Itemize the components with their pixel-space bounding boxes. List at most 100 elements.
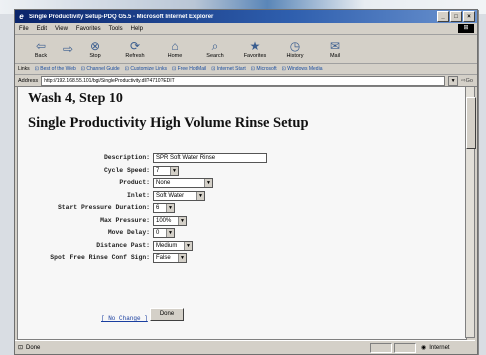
link-item[interactable]: ⊡ Microsoft xyxy=(251,66,277,72)
refresh-label: Refresh xyxy=(125,53,145,59)
chevron-down-icon: ▼ xyxy=(166,229,174,237)
move-delay-select[interactable]: 0 ▼ xyxy=(153,228,175,238)
close-button[interactable]: × xyxy=(463,11,475,22)
select-value: 6 xyxy=(156,205,160,211)
select-value: Soft Water xyxy=(156,192,185,199)
start-pressure-duration-select[interactable]: 6 ▼ xyxy=(153,203,175,213)
links-bar: Links ⊡ Best of the Web ⊡ Channel Guide … xyxy=(15,64,477,75)
status-text: Done xyxy=(26,344,41,351)
chevron-down-icon[interactable]: ▼ xyxy=(448,75,459,86)
refresh-icon: ⟳ xyxy=(129,39,141,53)
maximize-button[interactable]: □ xyxy=(450,11,462,22)
product-select[interactable]: None ▼ xyxy=(153,178,213,188)
search-icon: ⌕ xyxy=(211,39,219,53)
done-button[interactable]: Done xyxy=(150,308,184,321)
form-row: Description: SPR Soft Water Rinse xyxy=(18,153,466,166)
stop-label: Stop xyxy=(89,53,101,59)
inlet-select[interactable]: Soft Water ▼ xyxy=(153,190,205,201)
link-text: Windows Media xyxy=(287,66,323,72)
mail-button[interactable]: ✉ Mail xyxy=(315,39,355,59)
chevron-down-icon: ▼ xyxy=(166,204,174,212)
select-value: False xyxy=(156,255,171,261)
search-button[interactable]: ⌕ Search xyxy=(195,39,235,59)
field-label: Spot Free Rinse Conf Sign: xyxy=(50,254,150,261)
page-content: Wash 4, Step 10 Single Productivity High… xyxy=(17,86,467,340)
menu-help[interactable]: Help xyxy=(131,26,143,32)
link-item[interactable]: ⊡ Best of the Web xyxy=(35,66,76,72)
security-zone: ◉ Internet xyxy=(418,344,475,352)
field-label: Max Pressure: xyxy=(100,216,150,224)
link-item[interactable]: ⊡ Windows Media xyxy=(282,66,323,72)
no-change-link[interactable]: [ No Change ] xyxy=(101,315,148,322)
window-title: Single Productivity Setup-PDQ G5.5 - Mic… xyxy=(29,13,214,20)
max-pressure-select[interactable]: 100% ▼ xyxy=(153,215,187,226)
stop-button[interactable]: ⊗ Stop xyxy=(75,39,115,59)
distance-past-select[interactable]: Medium ▼ xyxy=(153,240,193,251)
cycle-speed-select[interactable]: 7 ▼ xyxy=(153,165,179,176)
chevron-down-icon: ▼ xyxy=(178,216,186,225)
status-cell xyxy=(370,342,392,353)
form-row: Start Pressure Duration: 6 ▼ xyxy=(18,203,466,216)
chevron-down-icon: ▼ xyxy=(170,166,178,175)
field-label: Inlet: xyxy=(126,191,150,199)
link-text: Free HotMail xyxy=(177,66,207,72)
menu-edit[interactable]: Edit xyxy=(37,26,47,32)
minimize-button[interactable]: _ xyxy=(437,11,449,22)
status-left: ⊡ Done xyxy=(15,344,370,352)
form-row: Max Pressure: 100% ▼ xyxy=(18,215,466,229)
globe-icon: ◉ xyxy=(421,345,427,351)
field-label: Distance Past: xyxy=(96,241,150,249)
field-label: Start Pressure Duration: xyxy=(57,204,150,211)
mail-icon: ✉ xyxy=(329,39,341,53)
spot-free-rinse-select[interactable]: False ▼ xyxy=(153,253,187,263)
chevron-down-icon: ▼ xyxy=(204,179,212,187)
menu-file[interactable]: File xyxy=(19,26,29,32)
field-label: Product: xyxy=(119,179,150,186)
select-value: Medium xyxy=(156,242,178,249)
form-row: Inlet: Soft Water ▼ xyxy=(18,190,466,204)
link-item[interactable]: ⊡ Internet Start xyxy=(211,66,246,72)
field-label: Move Delay: xyxy=(107,229,150,236)
back-arrow-icon: ⇦ xyxy=(35,39,47,53)
title-bar: e Single Productivity Setup-PDQ G5.5 - M… xyxy=(15,10,477,23)
select-value: 100% xyxy=(156,217,172,224)
forward-arrow-icon: ⇨ xyxy=(62,42,74,56)
link-item[interactable]: ⊡ Free HotMail xyxy=(172,66,206,72)
link-item[interactable]: ⊡ Channel Guide xyxy=(81,66,120,72)
link-text: Best of the Web xyxy=(40,66,76,72)
history-button[interactable]: ◷ History xyxy=(275,39,315,59)
windows-logo-icon: ⊞ xyxy=(458,24,474,33)
menu-bar: File Edit View Favorites Tools Help ⊞ xyxy=(15,23,477,35)
history-label: History xyxy=(286,53,304,59)
browser-window: e Single Productivity Setup-PDQ G5.5 - M… xyxy=(14,9,478,355)
page-subtitle: Single Productivity High Volume Rinse Se… xyxy=(28,115,309,131)
form-row: Distance Past: Medium ▼ xyxy=(18,240,466,254)
status-bar: ⊡ Done ◉ Internet xyxy=(15,340,475,354)
field-label: Cycle Speed: xyxy=(103,166,150,174)
link-item[interactable]: ⊡ Customize Links xyxy=(125,66,167,72)
select-value: None xyxy=(156,180,171,186)
home-button[interactable]: ⌂ Home xyxy=(155,39,195,59)
forward-button[interactable]: ⇨ xyxy=(61,42,75,56)
address-input[interactable]: http://192.168.55.101/bgi/SingleProducti… xyxy=(41,75,446,86)
vertical-scrollbar[interactable] xyxy=(465,86,476,338)
favorites-button[interactable]: ★ Favorites xyxy=(235,39,275,59)
menu-view[interactable]: View xyxy=(55,26,68,32)
menu-favorites[interactable]: Favorites xyxy=(76,26,101,32)
home-icon: ⌂ xyxy=(171,39,179,53)
link-text: Channel Guide xyxy=(86,66,120,72)
links-label: Links xyxy=(18,66,30,72)
back-button[interactable]: ⇦ Back xyxy=(21,39,61,59)
select-value: 0 xyxy=(156,230,160,236)
form-row: Cycle Speed: 7 ▼ xyxy=(18,165,466,179)
search-label: Search xyxy=(206,53,224,59)
scrollbar-thumb[interactable] xyxy=(466,97,476,149)
description-input[interactable]: SPR Soft Water Rinse xyxy=(153,153,267,163)
menu-tools[interactable]: Tools xyxy=(109,26,123,32)
setup-form: Description: SPR Soft Water Rinse Cycle … xyxy=(18,153,466,266)
favorites-icon: ★ xyxy=(249,39,261,53)
select-value: 7 xyxy=(156,167,160,174)
go-button[interactable]: ⇨Go xyxy=(461,78,473,84)
field-label: Description: xyxy=(103,154,150,161)
refresh-button[interactable]: ⟳ Refresh xyxy=(115,39,155,59)
